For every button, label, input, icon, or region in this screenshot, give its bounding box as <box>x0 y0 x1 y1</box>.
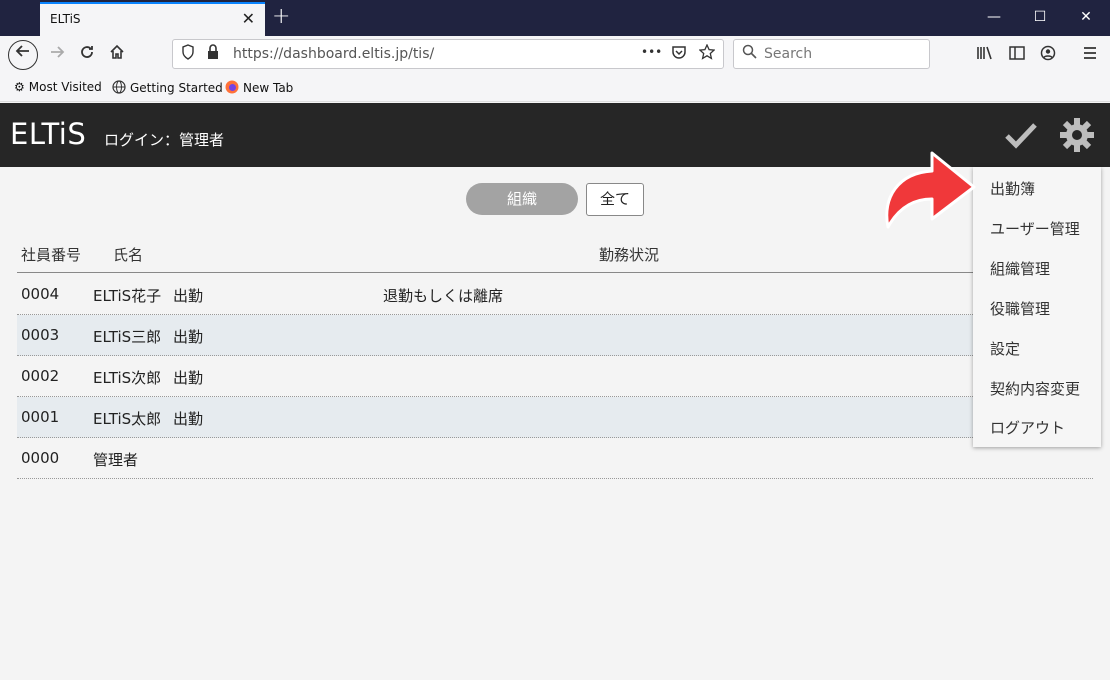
tab-title: ELTiS <box>50 12 81 26</box>
bookmark-getting-started[interactable]: Getting Started <box>112 80 223 95</box>
employee-status: 出勤 <box>173 287 204 305</box>
gear-icon[interactable] <box>1059 117 1095 157</box>
menu-item-logout[interactable]: ログアウト <box>990 417 1065 438</box>
tab-close-icon[interactable]: ✕ <box>242 9 255 28</box>
search-bar[interactable]: Search <box>733 39 930 69</box>
bookmark-most-visited[interactable]: ⚙ Most Visited <box>14 80 102 94</box>
url-text: https://dashboard.eltis.jp/tis/ <box>233 46 435 62</box>
home-button[interactable] <box>102 40 132 70</box>
employee-id: 0003 <box>21 326 60 344</box>
table-row[interactable]: 0002 ELTiS次郎 出勤 <box>17 356 1093 397</box>
browser-tab[interactable]: ELTiS ✕ <box>40 2 265 36</box>
table-row[interactable]: 0004 ELTiS花子 出勤 退勤もしくは離席 <box>17 274 1093 315</box>
employee-name: 管理者 <box>93 451 139 469</box>
gear-small-icon: ⚙ <box>14 80 25 94</box>
employee-name: ELTiS三郎 <box>93 328 162 346</box>
column-header-name: 氏名 <box>113 246 144 264</box>
account-icon[interactable] <box>1040 45 1056 65</box>
employee-note: 退勤もしくは離席 <box>383 287 504 305</box>
back-arrow-icon <box>15 45 29 57</box>
bookmarks-toolbar: ⚙ Most Visited Getting Started New Tab <box>0 74 1110 102</box>
menu-item-contract-change[interactable]: 契約内容変更 <box>990 378 1080 399</box>
table-row[interactable]: 0003 ELTiS三郎 出勤 <box>17 315 1093 356</box>
app-logo[interactable]: ELTiS <box>10 117 86 151</box>
hamburger-menu-icon[interactable] <box>1082 45 1098 65</box>
forward-arrow-icon <box>51 46 65 58</box>
menu-item-user-management[interactable]: ユーザー管理 <box>990 218 1080 239</box>
table-row[interactable]: 0001 ELTiS太郎 出勤 <box>17 397 1093 438</box>
window-close-icon[interactable]: ✕ <box>1063 0 1109 36</box>
employee-status: 出勤 <box>173 328 204 346</box>
back-button[interactable] <box>8 40 38 70</box>
employee-id: 0000 <box>21 449 60 467</box>
employee-name: ELTiS太郎 <box>93 410 162 428</box>
menu-item-position-management[interactable]: 役職管理 <box>990 298 1050 319</box>
pointer-arrow-icon <box>885 151 976 229</box>
column-header-work-status: 勤務状況 <box>599 246 660 264</box>
table-header: 社員番号 氏名 勤務状況 <box>17 235 1093 273</box>
employee-name: ELTiS花子 <box>93 287 162 305</box>
maximize-icon[interactable]: ☐ <box>1017 0 1063 36</box>
search-icon <box>742 44 757 63</box>
employee-status: 出勤 <box>173 369 204 387</box>
forward-button[interactable] <box>42 40 72 70</box>
settings-dropdown-menu: 出勤簿 ユーザー管理 組織管理 役職管理 設定 契約内容変更 ログアウト <box>973 167 1101 447</box>
all-filter-button[interactable]: 全て <box>586 183 644 216</box>
menu-item-settings[interactable]: 設定 <box>990 338 1020 359</box>
minimize-icon[interactable]: — <box>971 0 1017 36</box>
employee-status: 出勤 <box>173 410 204 428</box>
shield-icon[interactable] <box>181 44 195 64</box>
check-icon[interactable] <box>1004 119 1038 155</box>
reload-icon <box>81 46 93 58</box>
browser-titlebar: ELTiS ✕ + — ☐ ✕ <box>0 0 1110 36</box>
org-filter-button[interactable]: 組織 <box>466 183 578 215</box>
firefox-icon <box>225 80 239 95</box>
employee-name: ELTiS次郎 <box>93 369 162 387</box>
lock-icon[interactable] <box>207 44 219 64</box>
bookmark-star-icon[interactable] <box>698 43 716 64</box>
table-row[interactable]: 0000 管理者 <box>17 438 1093 479</box>
menu-item-attendance-book[interactable]: 出勤簿 <box>990 178 1035 199</box>
main-content: 組織 全て 社員番号 氏名 勤務状況 0004 ELTiS花子 出勤 退勤もしく… <box>0 167 1110 680</box>
home-icon <box>110 44 124 59</box>
new-tab-button[interactable]: + <box>272 4 290 29</box>
menu-item-org-management[interactable]: 組織管理 <box>990 258 1050 279</box>
employee-id: 0004 <box>21 285 60 303</box>
library-icon[interactable] <box>976 45 994 65</box>
employee-id: 0001 <box>21 408 60 426</box>
browser-navbar: https://dashboard.eltis.jp/tis/ ••• Sear… <box>0 36 1110 74</box>
url-bar[interactable]: https://dashboard.eltis.jp/tis/ ••• <box>172 39 724 69</box>
pocket-icon[interactable] <box>671 44 687 64</box>
page-actions-icon[interactable]: ••• <box>641 45 662 59</box>
bookmark-new-tab[interactable]: New Tab <box>225 80 293 95</box>
sidebar-icon[interactable] <box>1008 45 1026 65</box>
globe-icon <box>112 80 126 95</box>
search-placeholder: Search <box>764 46 813 62</box>
employee-id: 0002 <box>21 367 60 385</box>
login-status: ログイン：管理者 <box>104 131 225 149</box>
column-header-employee-id: 社員番号 <box>21 246 82 264</box>
reload-button[interactable] <box>72 40 102 70</box>
